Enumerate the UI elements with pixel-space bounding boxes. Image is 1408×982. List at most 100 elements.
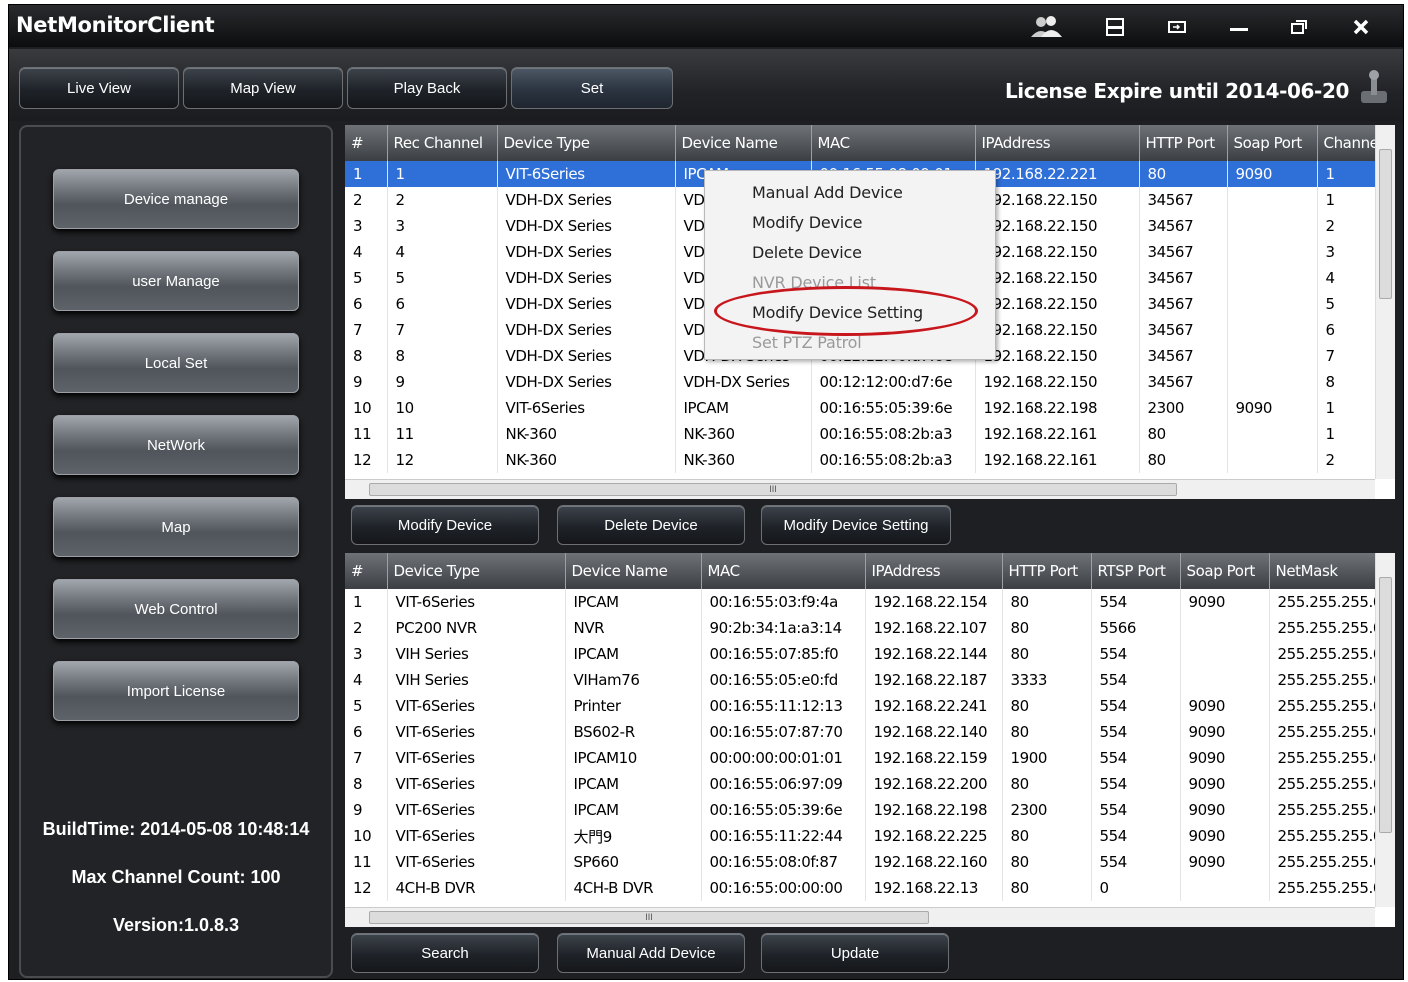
manual-add-device-button[interactable]: Manual Add Device [557,933,745,973]
top-column-header[interactable]: # [345,125,388,161]
table-row[interactable]: 9 VIT-6Series IPCAM 00:16:55:05:39:6e 192.16… [345,797,1376,823]
sidebar-item-local-set[interactable]: Local Set [53,333,299,393]
table-cell: 192.168.22.187 [865,667,1003,693]
table-cell: 192.168.22.200 [865,771,1003,797]
title-bar: NetMonitorClient [9,5,1403,47]
bottom-column-header[interactable]: NetMask [1269,553,1376,589]
users-icon[interactable] [1027,13,1067,41]
table-cell: 192.168.22.221 [975,161,1140,187]
table-cell: 9090 [1227,161,1318,187]
top-column-header[interactable]: IPAddress [975,125,1140,161]
bottom-column-header[interactable]: HTTP Port [1002,553,1092,589]
bottom-column-header[interactable]: MAC [701,553,866,589]
top-column-header[interactable]: Device Name [675,125,812,161]
sidebar-item-web-control[interactable]: Web Control [53,579,299,639]
table-cell: 00:16:55:11:22:44 [701,823,866,849]
table-row[interactable]: 6 VIT-6Series BS602-R 00:16:55:07:87:70 192.… [345,719,1376,745]
table-cell [1180,615,1270,641]
table-cell: VIT-6Series [387,745,566,771]
table-row[interactable]: 11 11 NK-360 NK-360 00:16:55:08:2b:a3 192.168… [345,421,1376,447]
sidebar-item-user-manage[interactable]: user Manage [53,251,299,311]
table-cell: 8 [387,343,498,369]
key-icon [1357,69,1391,107]
table-cell: 00:16:55:06:97:09 [701,771,866,797]
table-cell: 80 [1002,849,1092,875]
table-row[interactable]: 10 VIT-6Series 大門9 00:16:55:11:22:44 192.168… [345,823,1376,849]
table-cell: 80 [1002,693,1092,719]
search-button[interactable]: Search [351,933,539,973]
tab-live-view[interactable]: Live View [19,67,179,109]
table-cell: 2 [1317,213,1376,239]
top-grid-hscroll-thumb[interactable]: III [369,483,1177,496]
tab-play-back[interactable]: Play Back [347,67,507,109]
menu-item-modify-device[interactable]: Modify Device [752,213,862,232]
close-icon[interactable] [1341,13,1381,41]
tab-map-view[interactable]: Map View [183,67,343,109]
table-row[interactable]: 12 4CH-B DVR 4CH-B DVR 00:16:55:00:00:00 192… [345,875,1376,901]
bottom-column-header[interactable]: RTSP Port [1091,553,1181,589]
table-cell: NK-360 [497,421,676,447]
update-button[interactable]: Update [761,933,949,973]
bottom-column-header[interactable]: # [345,553,388,589]
table-cell: NK-360 [675,421,812,447]
bottom-grid-vertical-scrollbar[interactable] [1375,553,1395,907]
sidebar-item-import-license[interactable]: Import License [53,661,299,721]
sidebar: Device manage user Manage Local Set NetW… [19,125,333,978]
minimize-icon[interactable] [1219,13,1259,41]
table-row[interactable]: 10 10 VIT-6Series IPCAM 00:16:55:05:39:6e 192… [345,395,1376,421]
restore-window-icon[interactable] [1157,13,1197,41]
sidebar-item-device-manage[interactable]: Device manage [53,169,299,229]
table-row[interactable]: 12 12 NK-360 NK-360 00:16:55:08:2b:a3 192.168… [345,447,1376,473]
top-column-header[interactable]: Device Type [497,125,676,161]
table-cell [1227,447,1318,473]
bottom-grid-horizontal-scrollbar[interactable]: III [345,907,1375,927]
table-cell: 2300 [1139,395,1228,421]
table-cell: 7 [387,317,498,343]
table-row[interactable]: 7 VIT-6Series IPCAM10 00:00:00:00:01:01 192.… [345,745,1376,771]
top-grid-vscroll-thumb[interactable] [1379,149,1392,299]
menu-item-delete-device[interactable]: Delete Device [752,243,862,262]
top-column-header[interactable]: Soap Port [1227,125,1318,161]
bottom-column-header[interactable]: Device Type [387,553,566,589]
table-row[interactable]: 4 VIH Series VIHam76 00:16:55:05:e0:fd 192.1… [345,667,1376,693]
modify-device-button[interactable]: Modify Device [351,505,539,545]
table-cell [1180,875,1270,901]
table-row[interactable]: 3 VIH Series IPCAM 00:16:55:07:85:f0 192.168… [345,641,1376,667]
table-cell: 192.168.22.161 [975,421,1140,447]
table-row[interactable]: 1 VIT-6Series IPCAM 00:16:55:03:f9:4a 192.16… [345,589,1376,615]
build-time: BuildTime: 2014-05-08 10:48:14 [42,819,310,839]
table-row[interactable]: 5 VIT-6Series Printer 00:16:55:11:12:13 192.… [345,693,1376,719]
top-grid-vertical-scrollbar[interactable] [1375,125,1395,479]
table-cell: 34567 [1139,265,1228,291]
table-row[interactable]: 8 VIT-6Series IPCAM 00:16:55:06:97:09 192.16… [345,771,1376,797]
table-row[interactable]: 11 VIT-6Series SP660 00:16:55:08:0f:87 192.1… [345,849,1376,875]
tab-set[interactable]: Set [511,67,673,109]
table-cell: 2 [345,187,388,213]
bottom-column-header[interactable]: Soap Port [1180,553,1270,589]
modify-device-setting-button[interactable]: Modify Device Setting [761,505,951,545]
top-column-header[interactable]: MAC [811,125,976,161]
top-grid-horizontal-scrollbar[interactable]: III [345,479,1375,499]
top-column-header[interactable]: HTTP Port [1139,125,1228,161]
table-row[interactable]: 2 PC200 NVR NVR 90:2b:34:1a:a3:14 192.168.22… [345,615,1376,641]
table-cell: 80 [1002,823,1092,849]
table-row[interactable]: 9 9 VDH-DX Series VDH-DX Series 00:12:12:00:… [345,369,1376,395]
table-cell: 192.168.22.150 [975,369,1140,395]
delete-device-button[interactable]: Delete Device [557,505,745,545]
bottom-column-header[interactable]: Device Name [565,553,702,589]
top-column-header[interactable]: Rec Channel [387,125,498,161]
sidebar-item-network[interactable]: NetWork [53,415,299,475]
table-cell: 7 [1317,343,1376,369]
table-cell: 1 [1317,161,1376,187]
bottom-grid-hscroll-thumb[interactable]: III [369,911,929,924]
table-cell: VIT-6Series [387,849,566,875]
bottom-grid-vscroll-thumb[interactable] [1379,577,1392,833]
table-cell: 554 [1091,641,1181,667]
sidebar-item-map[interactable]: Map [53,497,299,557]
top-column-header[interactable]: Channe [1317,125,1376,161]
menu-item-manual-add-device[interactable]: Manual Add Device [752,183,903,202]
table-cell: VIT-6Series [387,693,566,719]
maximize-icon[interactable] [1279,13,1319,41]
bottom-column-header[interactable]: IPAddress [865,553,1003,589]
layout-icon[interactable] [1095,13,1135,41]
